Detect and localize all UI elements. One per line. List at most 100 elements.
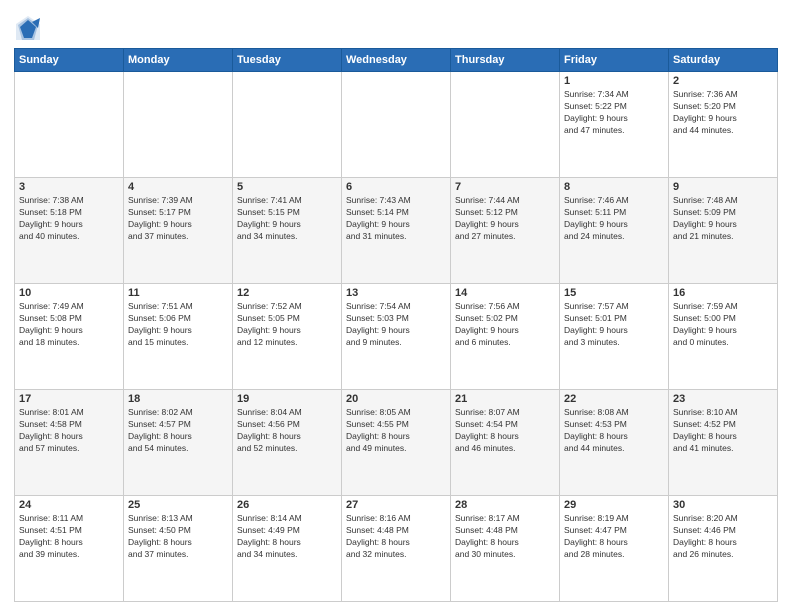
day-number: 26 [237, 499, 337, 511]
calendar-cell: 16 Sunrise: 7:59 AM Sunset: 5:00 PM Dayli… [669, 284, 778, 390]
calendar-cell: 24 Sunrise: 8:11 AM Sunset: 4:51 PM Dayli… [15, 496, 124, 602]
weekday-header-tuesday: Tuesday [233, 49, 342, 72]
calendar-week-5: 24 Sunrise: 8:11 AM Sunset: 4:51 PM Dayli… [15, 496, 778, 602]
day-info: Sunrise: 7:43 AM Sunset: 5:14 PM Dayligh… [346, 195, 446, 243]
calendar-cell: 10 Sunrise: 7:49 AM Sunset: 5:08 PM Dayli… [15, 284, 124, 390]
day-number: 21 [455, 393, 555, 405]
day-number: 24 [19, 499, 119, 511]
day-number: 16 [673, 287, 773, 299]
calendar-cell: 13 Sunrise: 7:54 AM Sunset: 5:03 PM Dayli… [342, 284, 451, 390]
day-number: 11 [128, 287, 228, 299]
day-info: Sunrise: 7:54 AM Sunset: 5:03 PM Dayligh… [346, 301, 446, 349]
calendar-table: SundayMondayTuesdayWednesdayThursdayFrid… [14, 48, 778, 602]
calendar-cell: 18Sunrise: 8:02 AM Sunset: 4:57 PM Dayli… [124, 390, 233, 496]
day-info: Sunrise: 7:52 AM Sunset: 5:05 PM Dayligh… [237, 301, 337, 349]
calendar-week-1: 1 Sunrise: 7:34 AM Sunset: 5:22 PM Daylig… [15, 72, 778, 178]
calendar-cell: 6 Sunrise: 7:43 AM Sunset: 5:14 PM Daylig… [342, 178, 451, 284]
calendar-cell: 26 Sunrise: 8:14 AM Sunset: 4:49 PM Dayli… [233, 496, 342, 602]
calendar-cell: 20Sunrise: 8:05 AM Sunset: 4:55 PM Dayli… [342, 390, 451, 496]
calendar-cell: 5Sunrise: 7:41 AM Sunset: 5:15 PM Daylig… [233, 178, 342, 284]
calendar-cell: 2 Sunrise: 7:36 AM Sunset: 5:20 PM Daylig… [669, 72, 778, 178]
day-number: 15 [564, 287, 664, 299]
calendar-cell [124, 72, 233, 178]
day-info: Sunrise: 8:05 AM Sunset: 4:55 PM Dayligh… [346, 407, 446, 455]
logo-icon [14, 14, 42, 42]
day-info: Sunrise: 8:16 AM Sunset: 4:48 PM Dayligh… [346, 513, 446, 561]
day-info: Sunrise: 8:04 AM Sunset: 4:56 PM Dayligh… [237, 407, 337, 455]
day-number: 6 [346, 181, 446, 193]
calendar-cell: 7Sunrise: 7:44 AM Sunset: 5:12 PM Daylig… [451, 178, 560, 284]
day-info: Sunrise: 8:01 AM Sunset: 4:58 PM Dayligh… [19, 407, 119, 455]
calendar-cell: 14 Sunrise: 7:56 AM Sunset: 5:02 PM Dayli… [451, 284, 560, 390]
calendar-cell: 22 Sunrise: 8:08 AM Sunset: 4:53 PM Dayli… [560, 390, 669, 496]
calendar-cell: 1 Sunrise: 7:34 AM Sunset: 5:22 PM Daylig… [560, 72, 669, 178]
calendar-cell: 19 Sunrise: 8:04 AM Sunset: 4:56 PM Dayli… [233, 390, 342, 496]
day-info: Sunrise: 8:11 AM Sunset: 4:51 PM Dayligh… [19, 513, 119, 561]
calendar-cell: 4Sunrise: 7:39 AM Sunset: 5:17 PM Daylig… [124, 178, 233, 284]
calendar-week-3: 10 Sunrise: 7:49 AM Sunset: 5:08 PM Dayli… [15, 284, 778, 390]
calendar-cell: 9 Sunrise: 7:48 AM Sunset: 5:09 PM Daylig… [669, 178, 778, 284]
day-number: 10 [19, 287, 119, 299]
weekday-header-saturday: Saturday [669, 49, 778, 72]
calendar-cell: 17 Sunrise: 8:01 AM Sunset: 4:58 PM Dayli… [15, 390, 124, 496]
calendar-cell: 8 Sunrise: 7:46 AM Sunset: 5:11 PM Daylig… [560, 178, 669, 284]
calendar-week-2: 3 Sunrise: 7:38 AM Sunset: 5:18 PM Daylig… [15, 178, 778, 284]
day-info: Sunrise: 8:07 AM Sunset: 4:54 PM Dayligh… [455, 407, 555, 455]
day-number: 5 [237, 181, 337, 193]
day-info: Sunrise: 8:08 AM Sunset: 4:53 PM Dayligh… [564, 407, 664, 455]
weekday-header-monday: Monday [124, 49, 233, 72]
calendar-cell [15, 72, 124, 178]
calendar-cell: 30Sunrise: 8:20 AM Sunset: 4:46 PM Dayli… [669, 496, 778, 602]
day-number: 3 [19, 181, 119, 193]
weekday-header-wednesday: Wednesday [342, 49, 451, 72]
calendar-cell: 12 Sunrise: 7:52 AM Sunset: 5:05 PM Dayli… [233, 284, 342, 390]
calendar-cell [233, 72, 342, 178]
day-info: Sunrise: 7:44 AM Sunset: 5:12 PM Dayligh… [455, 195, 555, 243]
day-info: Sunrise: 7:46 AM Sunset: 5:11 PM Dayligh… [564, 195, 664, 243]
day-info: Sunrise: 7:39 AM Sunset: 5:17 PM Dayligh… [128, 195, 228, 243]
calendar-cell: 11 Sunrise: 7:51 AM Sunset: 5:06 PM Dayli… [124, 284, 233, 390]
day-number: 25 [128, 499, 228, 511]
day-info: Sunrise: 7:36 AM Sunset: 5:20 PM Dayligh… [673, 89, 773, 137]
day-info: Sunrise: 7:38 AM Sunset: 5:18 PM Dayligh… [19, 195, 119, 243]
day-number: 1 [564, 75, 664, 87]
header [14, 10, 778, 42]
page: SundayMondayTuesdayWednesdayThursdayFrid… [0, 0, 792, 612]
day-number: 2 [673, 75, 773, 87]
day-number: 27 [346, 499, 446, 511]
day-info: Sunrise: 7:51 AM Sunset: 5:06 PM Dayligh… [128, 301, 228, 349]
day-number: 18 [128, 393, 228, 405]
day-number: 29 [564, 499, 664, 511]
day-info: Sunrise: 8:20 AM Sunset: 4:46 PM Dayligh… [673, 513, 773, 561]
weekday-header-thursday: Thursday [451, 49, 560, 72]
day-number: 9 [673, 181, 773, 193]
day-info: Sunrise: 8:19 AM Sunset: 4:47 PM Dayligh… [564, 513, 664, 561]
calendar-header-row: SundayMondayTuesdayWednesdayThursdayFrid… [15, 49, 778, 72]
weekday-header-sunday: Sunday [15, 49, 124, 72]
calendar-cell: 28Sunrise: 8:17 AM Sunset: 4:48 PM Dayli… [451, 496, 560, 602]
calendar-cell: 21 Sunrise: 8:07 AM Sunset: 4:54 PM Dayli… [451, 390, 560, 496]
calendar-cell: 29 Sunrise: 8:19 AM Sunset: 4:47 PM Dayli… [560, 496, 669, 602]
day-info: Sunrise: 8:10 AM Sunset: 4:52 PM Dayligh… [673, 407, 773, 455]
day-info: Sunrise: 7:57 AM Sunset: 5:01 PM Dayligh… [564, 301, 664, 349]
day-number: 14 [455, 287, 555, 299]
weekday-header-friday: Friday [560, 49, 669, 72]
day-number: 12 [237, 287, 337, 299]
day-info: Sunrise: 7:48 AM Sunset: 5:09 PM Dayligh… [673, 195, 773, 243]
calendar-cell: 15 Sunrise: 7:57 AM Sunset: 5:01 PM Dayli… [560, 284, 669, 390]
day-number: 13 [346, 287, 446, 299]
day-info: Sunrise: 7:34 AM Sunset: 5:22 PM Dayligh… [564, 89, 664, 137]
day-number: 19 [237, 393, 337, 405]
day-number: 22 [564, 393, 664, 405]
day-info: Sunrise: 7:49 AM Sunset: 5:08 PM Dayligh… [19, 301, 119, 349]
day-number: 17 [19, 393, 119, 405]
day-info: Sunrise: 8:14 AM Sunset: 4:49 PM Dayligh… [237, 513, 337, 561]
day-info: Sunrise: 8:13 AM Sunset: 4:50 PM Dayligh… [128, 513, 228, 561]
day-info: Sunrise: 7:56 AM Sunset: 5:02 PM Dayligh… [455, 301, 555, 349]
day-number: 8 [564, 181, 664, 193]
day-info: Sunrise: 7:59 AM Sunset: 5:00 PM Dayligh… [673, 301, 773, 349]
calendar-cell: 23Sunrise: 8:10 AM Sunset: 4:52 PM Dayli… [669, 390, 778, 496]
calendar-cell: 27 Sunrise: 8:16 AM Sunset: 4:48 PM Dayli… [342, 496, 451, 602]
day-number: 28 [455, 499, 555, 511]
calendar-cell: 3 Sunrise: 7:38 AM Sunset: 5:18 PM Daylig… [15, 178, 124, 284]
